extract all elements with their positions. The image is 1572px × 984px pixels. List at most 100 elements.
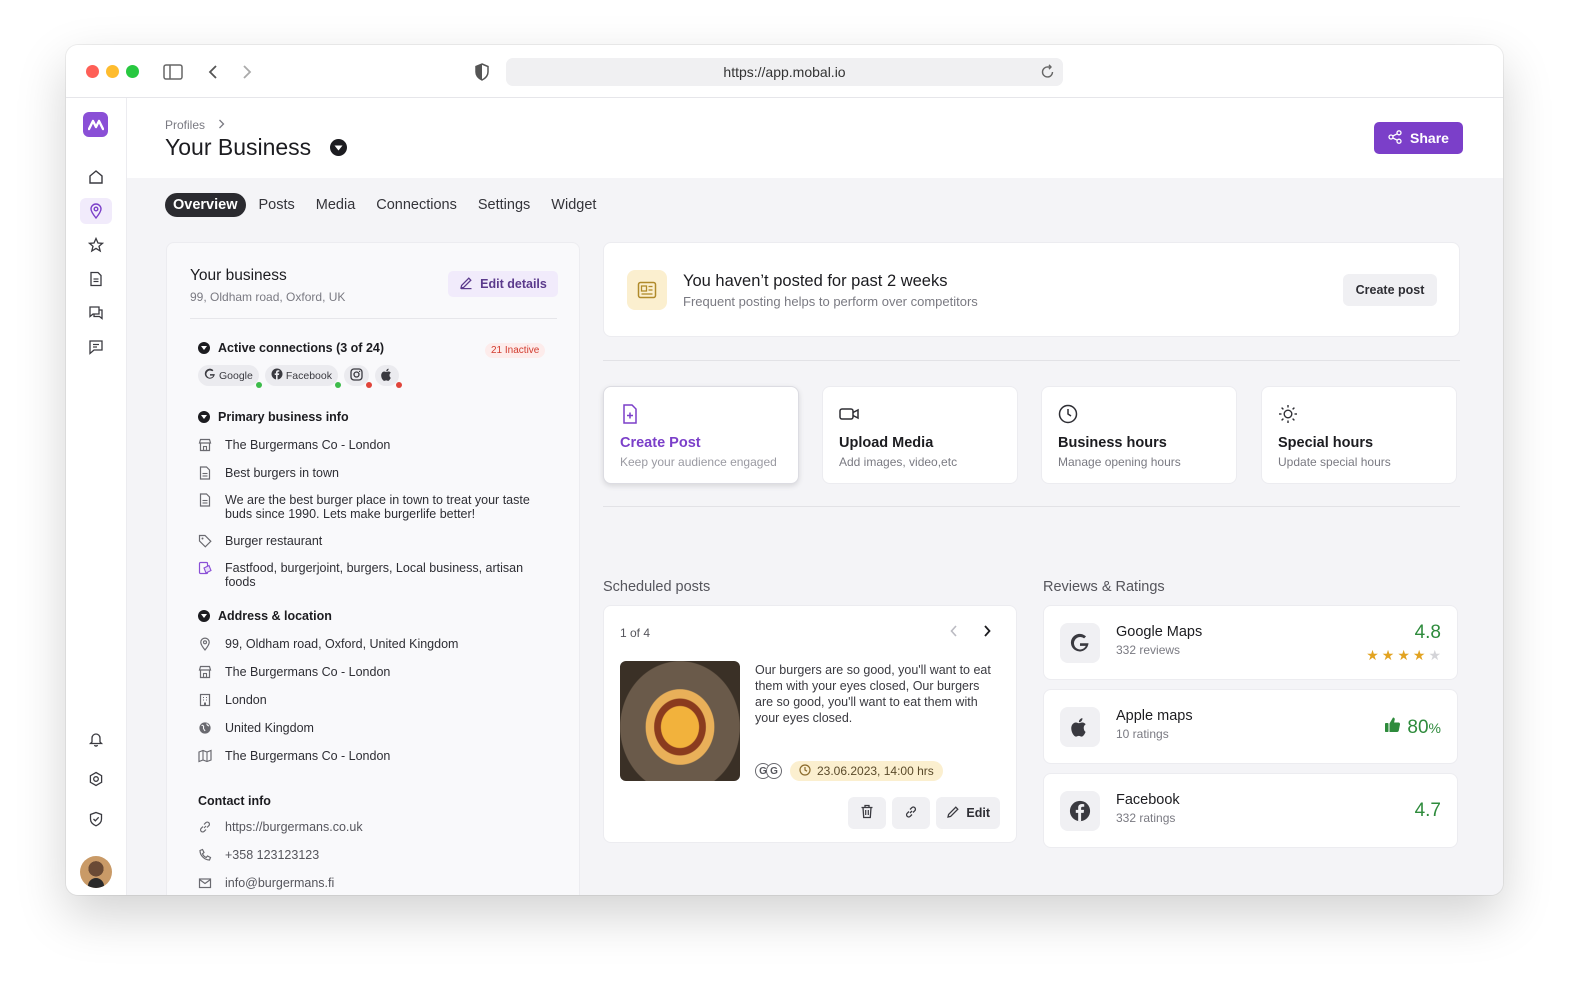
- tab-overview[interactable]: Overview: [165, 193, 246, 217]
- inactive-badge: 21 Inactive: [485, 343, 546, 358]
- star-icon: ★: [1381, 647, 1395, 663]
- city-row[interactable]: London: [198, 693, 548, 707]
- next-chevron-icon[interactable]: [982, 624, 992, 643]
- browser-toolbar: https://app.mobal.io: [66, 45, 1503, 98]
- banner-title: You haven’t posted for past 2 weeks: [683, 272, 948, 290]
- email-row[interactable]: info@burgermans.fi: [198, 876, 548, 890]
- action-title: Special hours: [1278, 435, 1374, 451]
- location-name-row[interactable]: The Burgermans Co - London: [198, 665, 548, 679]
- business-hours-card[interactable]: Business hours Manage opening hours: [1041, 386, 1237, 484]
- status-dot: [365, 382, 372, 388]
- mobal-logo[interactable]: [83, 112, 108, 137]
- contact-info-heading: Contact info: [198, 794, 271, 808]
- sidebar-toggle-icon[interactable]: [162, 61, 184, 83]
- maximize-window-button[interactable]: [126, 65, 139, 78]
- back-arrow-icon[interactable]: [202, 61, 224, 83]
- edit-post-button[interactable]: Edit: [936, 797, 1000, 829]
- percent-sign: %: [1428, 719, 1441, 736]
- mail-icon: [198, 876, 212, 890]
- address-location-toggle[interactable]: Address & location: [198, 609, 332, 623]
- primary-info-toggle[interactable]: Primary business info: [198, 410, 349, 424]
- action-title: Create Post: [620, 435, 701, 451]
- active-connections-toggle[interactable]: Active connections (3 of 24): [198, 341, 384, 355]
- category-row[interactable]: Burger restaurant: [198, 534, 548, 548]
- delete-post-button[interactable]: [848, 797, 887, 829]
- connection-chip-instagram[interactable]: [343, 365, 372, 388]
- share-button[interactable]: Share: [1374, 122, 1463, 154]
- document-icon: [198, 466, 212, 480]
- edit-post-label: Edit: [966, 806, 990, 820]
- scheduled-posts-heading: Scheduled posts: [603, 579, 711, 595]
- document-icon[interactable]: [80, 266, 112, 292]
- website-text: https://burgermans.co.uk: [225, 820, 363, 834]
- chats-icon[interactable]: [80, 300, 112, 326]
- street-address-text: 99, Oldham road, Oxford, United Kingdom: [225, 637, 459, 651]
- pencil-icon: [459, 276, 473, 293]
- tab-media[interactable]: Media: [308, 193, 364, 217]
- tab-connections[interactable]: Connections: [368, 193, 465, 217]
- review-card-google-maps[interactable]: Google Maps 332 reviews 4.8 ★ ★ ★ ★ ★: [1043, 605, 1458, 680]
- profile-switcher-chevron-icon[interactable]: [330, 139, 347, 156]
- tab-widget[interactable]: Widget: [543, 193, 604, 217]
- message-icon[interactable]: [80, 334, 112, 360]
- post-image-burger[interactable]: [620, 661, 740, 781]
- post-channels: G G: [755, 763, 782, 779]
- video-icon: [838, 403, 860, 425]
- map-location-row[interactable]: The Burgermans Co - London: [198, 749, 548, 763]
- user-avatar[interactable]: [80, 856, 112, 888]
- city-text: London: [225, 693, 267, 707]
- divider: [603, 360, 1460, 361]
- newspaper-icon: [627, 270, 667, 310]
- business-card-address: 99, Oldham road, Oxford, UK: [190, 290, 346, 304]
- chevron-down-icon: [198, 610, 210, 622]
- address-bar[interactable]: https://app.mobal.io: [506, 58, 1063, 86]
- create-post-button[interactable]: Create post: [1343, 274, 1437, 306]
- copy-link-button[interactable]: [892, 797, 931, 829]
- upload-media-card[interactable]: Upload Media Add images, video,etc: [822, 386, 1018, 484]
- phone-row[interactable]: +358 123123123: [198, 848, 548, 862]
- tab-posts[interactable]: Posts: [251, 193, 303, 217]
- page-header: Profiles Your Business Share: [127, 98, 1503, 178]
- shield-check-icon[interactable]: [80, 806, 112, 832]
- special-hours-card[interactable]: Special hours Update special hours: [1261, 386, 1457, 484]
- long-description-row[interactable]: We are the best burger place in town to …: [198, 493, 548, 521]
- connection-chip-apple[interactable]: [374, 365, 402, 388]
- connection-chip-google[interactable]: Google: [198, 365, 262, 388]
- settings-icon[interactable]: [80, 766, 112, 792]
- reload-icon[interactable]: [1041, 63, 1055, 82]
- close-window-button[interactable]: [86, 65, 99, 78]
- forward-arrow-icon[interactable]: [236, 61, 258, 83]
- create-post-card[interactable]: Create Post Keep your audience engaged: [603, 386, 799, 484]
- previous-chevron-icon[interactable]: [949, 624, 959, 643]
- apple-icon: [381, 368, 393, 384]
- scheduled-post-card: 1 of 4 Our burgers are so good, you'll w…: [603, 605, 1017, 843]
- bell-icon[interactable]: [80, 726, 112, 752]
- star-rating: ★ ★ ★ ★ ★: [1366, 647, 1441, 664]
- website-row[interactable]: https://burgermans.co.uk: [198, 820, 548, 834]
- connection-chip-facebook[interactable]: Facebook: [264, 365, 341, 388]
- shield-privacy-icon[interactable]: [471, 61, 493, 83]
- review-card-facebook[interactable]: Facebook 332 ratings 4.7: [1043, 773, 1458, 848]
- review-card-apple-maps[interactable]: Apple maps 10 ratings 80%: [1043, 689, 1458, 764]
- star-icon: ★: [1428, 647, 1441, 663]
- home-icon[interactable]: [80, 164, 112, 190]
- breadcrumb-profiles-link[interactable]: Profiles: [165, 118, 205, 132]
- country-row[interactable]: United Kingdom: [198, 721, 548, 735]
- short-description-row[interactable]: Best burgers in town: [198, 466, 548, 480]
- action-title: Business hours: [1058, 435, 1167, 451]
- google-icon: G: [766, 763, 782, 779]
- reviews-heading: Reviews & Ratings: [1043, 579, 1165, 595]
- keywords-row[interactable]: Fastfood, burgerjoint, burgers, Local bu…: [198, 561, 548, 589]
- business-name-row[interactable]: The Burgermans Co - London: [198, 438, 548, 452]
- tab-settings[interactable]: Settings: [470, 193, 538, 217]
- file-plus-icon: [619, 403, 641, 425]
- street-address-row[interactable]: 99, Oldham road, Oxford, United Kingdom: [198, 637, 548, 651]
- edit-details-button[interactable]: Edit details: [448, 271, 558, 297]
- page-title: Your Business: [165, 134, 312, 160]
- google-icon: [204, 368, 216, 383]
- minimize-window-button[interactable]: [106, 65, 119, 78]
- post-actions: Edit: [848, 797, 1000, 829]
- star-icon[interactable]: [80, 232, 112, 258]
- facebook-icon: [1060, 791, 1100, 831]
- location-pin-icon[interactable]: [80, 198, 112, 224]
